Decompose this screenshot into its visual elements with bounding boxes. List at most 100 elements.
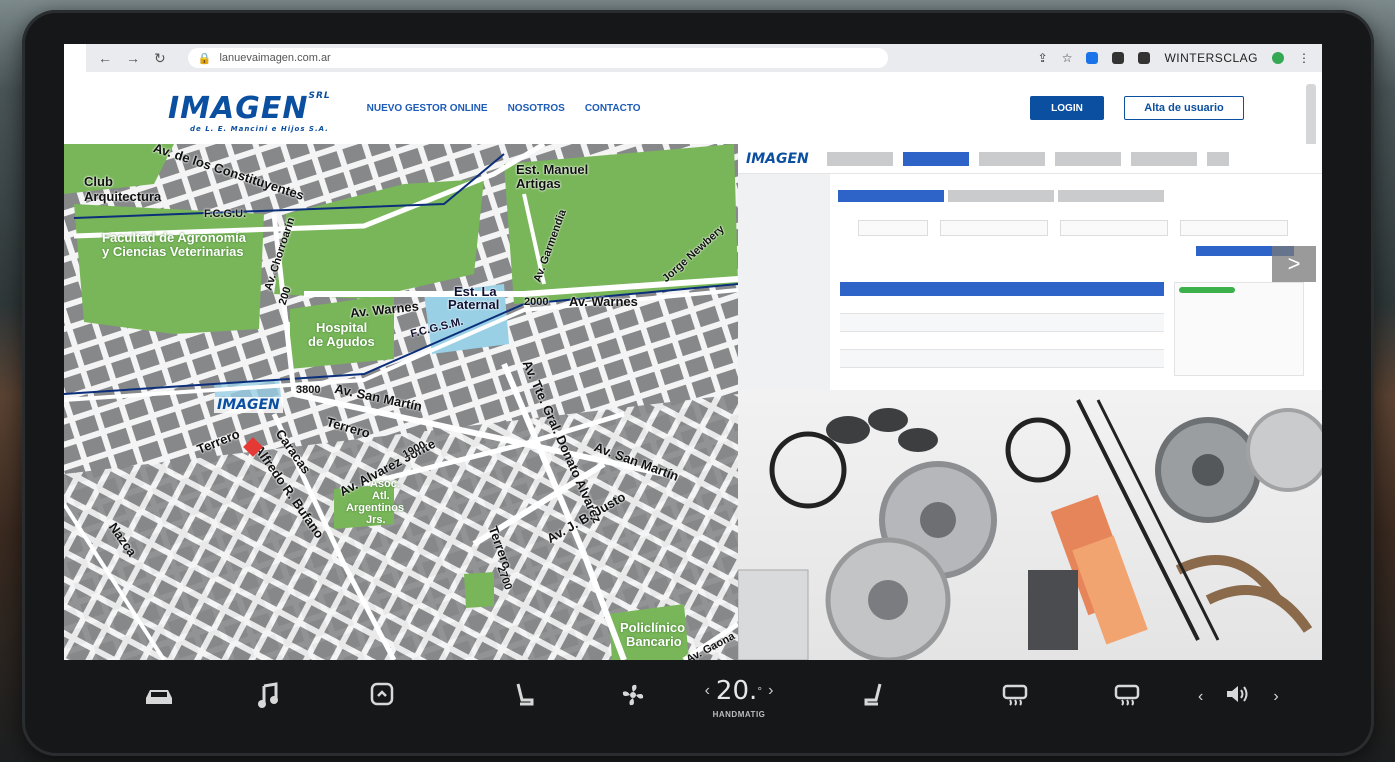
logo-text: IMAGEN xyxy=(168,90,309,126)
map-label: de Agudos xyxy=(308,334,375,349)
location-map[interactable]: Club Arquitectura Av. de los Constituyen… xyxy=(64,144,738,660)
temperature-row: ‹ 20. ° › xyxy=(684,676,794,706)
profile-name[interactable]: WINTERSCLAG xyxy=(1164,51,1258,65)
map-label: Arquitectura xyxy=(84,189,162,204)
filter-field[interactable] xyxy=(858,220,928,236)
map-label: Est. Manuel xyxy=(516,162,589,177)
front-defrost-icon[interactable] xyxy=(1114,684,1140,706)
volume-control: ‹ › xyxy=(1198,684,1279,709)
signup-button[interactable]: Alta de usuario xyxy=(1124,96,1244,120)
temperature-value: 20. xyxy=(715,676,758,706)
filter-field[interactable] xyxy=(1060,220,1168,236)
map-label: Hospital xyxy=(316,320,368,335)
extension-icon[interactable] xyxy=(1112,52,1125,64)
map-label: Argentinos xyxy=(346,502,405,514)
slider-next-button[interactable]: > xyxy=(1272,246,1316,282)
map-label: F.C.G.U. xyxy=(204,208,247,220)
catalog-header: IMAGEN xyxy=(738,144,1322,174)
logo-sup: SRL xyxy=(308,90,331,101)
fan-icon[interactable] xyxy=(620,682,646,708)
catalog-body: > xyxy=(738,174,1322,390)
extension-icon[interactable] xyxy=(1086,52,1099,64)
map-label: Asoc. xyxy=(370,478,400,490)
back-icon[interactable]: ← xyxy=(98,50,112,67)
table-row[interactable] xyxy=(840,296,1164,314)
forward-icon[interactable]: → xyxy=(126,50,140,67)
star-icon[interactable]: ☆ xyxy=(1062,51,1073,65)
browser-nav: ← → ↻ xyxy=(86,50,178,67)
filter-field[interactable] xyxy=(940,220,1048,236)
map-label: Club xyxy=(84,174,113,189)
temp-decrease-button[interactable]: ‹ xyxy=(705,682,710,700)
catalog-filters xyxy=(858,220,1288,236)
temp-degree: ° xyxy=(757,684,763,698)
app-launcher-icon[interactable] xyxy=(370,682,394,706)
map-label: Policlínico xyxy=(620,620,686,635)
map-label: Bancario xyxy=(626,634,682,649)
map-label: Jrs. xyxy=(366,514,386,526)
site-logo[interactable]: IMAGENSRL de L. E. Mancini e Hijos S.A. xyxy=(168,90,331,133)
map-label: 3800 xyxy=(296,384,321,396)
vehicle-dock: ‹ 20. ° › HANDMATIG ‹ › xyxy=(64,664,1322,734)
nav-contacto[interactable]: CONTACTO xyxy=(585,103,641,114)
catalog-sidebar xyxy=(738,174,830,390)
site-nav: NUEVO GESTOR ONLINE NOSOTROS CONTACTO xyxy=(367,103,641,114)
login-button[interactable]: LOGIN xyxy=(1030,96,1104,120)
catalog-tab[interactable] xyxy=(826,151,893,166)
reload-icon[interactable]: ↻ xyxy=(154,50,166,67)
auto-parts-image xyxy=(738,390,1322,660)
infotainment-screen: ← → ↻ 🔒 lanuevaimagen.com.ar ⇪ ☆ WINTERS… xyxy=(64,44,1322,660)
avatar[interactable] xyxy=(1272,52,1284,64)
catalog-table xyxy=(840,282,1164,368)
catalog-tab[interactable] xyxy=(978,151,1045,166)
url-text: lanuevaimagen.com.ar xyxy=(219,52,331,64)
nav-nosotros[interactable]: NOSOTROS xyxy=(508,103,565,114)
site-header: IMAGENSRL de L. E. Mancini e Hijos S.A. … xyxy=(86,72,1322,144)
browser-extensions: ⇪ ☆ WINTERSCLAG ⋮ xyxy=(1038,51,1322,65)
catalog-tab-active[interactable] xyxy=(902,151,969,166)
catalog-preview: IMAGEN > xyxy=(738,144,1322,390)
parts-illustration xyxy=(738,399,1322,660)
menu-icon[interactable]: ⋮ xyxy=(1298,51,1310,65)
table-row[interactable] xyxy=(840,350,1164,368)
climate-mode-label[interactable]: HANDMATIG xyxy=(684,710,794,719)
map-label: 2000 xyxy=(524,296,549,308)
catalog-tab[interactable] xyxy=(1054,151,1121,166)
catalog-logo: IMAGEN xyxy=(746,150,809,167)
map-label: Av. Warnes xyxy=(569,294,638,309)
music-icon[interactable] xyxy=(258,682,278,708)
climate-temperature: ‹ 20. ° › HANDMATIG xyxy=(684,676,794,719)
pin-logo: IMAGEN xyxy=(214,397,283,413)
filter-field[interactable] xyxy=(1180,220,1288,236)
table-header xyxy=(840,282,1164,296)
nav-gestor-online[interactable]: NUEVO GESTOR ONLINE xyxy=(367,103,488,114)
map-label: Facultad de Agronomía xyxy=(102,230,246,245)
volume-up-button[interactable]: › xyxy=(1273,688,1278,706)
catalog-subtabs xyxy=(838,190,1164,202)
catalog-subtab[interactable] xyxy=(1058,190,1164,202)
puzzle-icon[interactable] xyxy=(1138,52,1151,64)
map-label: Paternal xyxy=(448,297,500,312)
catalog-tab[interactable] xyxy=(1130,151,1197,166)
logo-subtitle: de L. E. Mancini e Hijos S.A. xyxy=(190,124,329,133)
catalog-tab-icon[interactable] xyxy=(1206,151,1229,166)
speaker-icon[interactable] xyxy=(1225,684,1251,709)
site-actions: LOGIN Alta de usuario xyxy=(1030,96,1244,120)
volume-down-button[interactable]: ‹ xyxy=(1198,688,1203,706)
seat-right-icon[interactable] xyxy=(864,682,884,708)
seat-left-icon[interactable] xyxy=(514,682,534,708)
map-label: Artigas xyxy=(516,176,561,191)
map-label: y Ciencias Veterinarias xyxy=(102,244,244,259)
catalog-subtab[interactable] xyxy=(948,190,1054,202)
table-row[interactable] xyxy=(840,314,1164,332)
product-card[interactable] xyxy=(1174,282,1304,376)
browser-toolbar: ← → ↻ 🔒 lanuevaimagen.com.ar ⇪ ☆ WINTERS… xyxy=(86,44,1322,72)
address-bar[interactable]: 🔒 lanuevaimagen.com.ar xyxy=(187,48,888,68)
store-location-marker[interactable]: IMAGEN xyxy=(214,396,290,418)
share-icon[interactable]: ⇪ xyxy=(1038,51,1048,65)
catalog-subtab-active[interactable] xyxy=(838,190,944,202)
table-row[interactable] xyxy=(840,332,1164,350)
rear-defrost-icon[interactable] xyxy=(1002,684,1028,706)
car-icon[interactable] xyxy=(142,684,176,706)
temp-increase-button[interactable]: › xyxy=(768,682,773,700)
